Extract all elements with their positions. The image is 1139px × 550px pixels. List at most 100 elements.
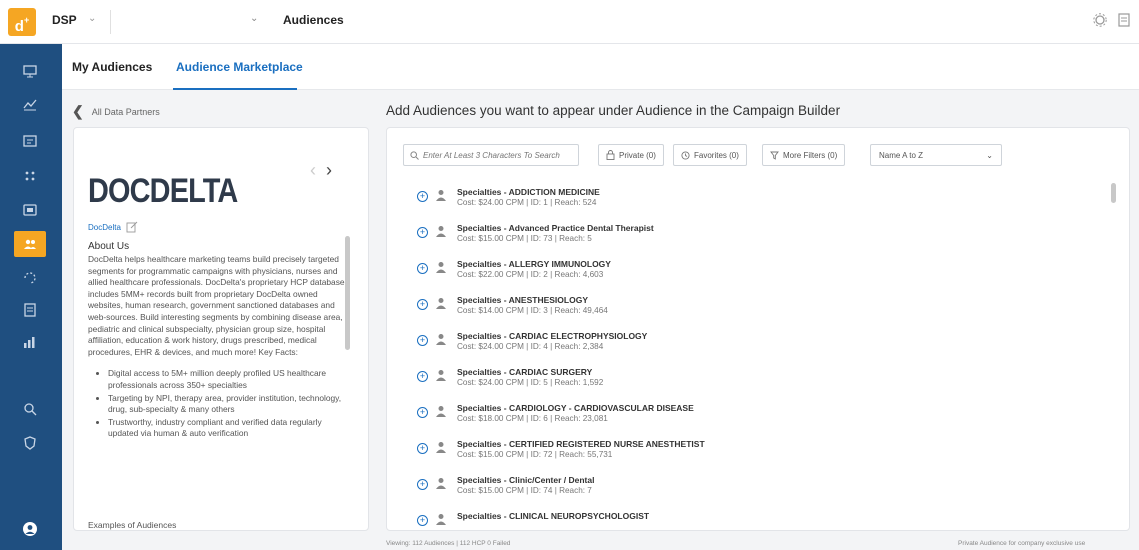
app-name[interactable]: DSP bbox=[52, 13, 77, 27]
more-filters-label: More Filters (0) bbox=[783, 150, 838, 160]
app-logo[interactable]: d+ bbox=[8, 8, 36, 36]
audience-name: Specialties - CERTIFIED REGISTERED NURSE… bbox=[457, 439, 705, 449]
list-item[interactable]: + Specialties - ANESTHESIOLOGY Cost: $14.0… bbox=[417, 294, 1097, 322]
add-audience-icon[interactable]: + bbox=[417, 443, 428, 454]
about-description: DocDelta helps healthcare marketing team… bbox=[88, 254, 345, 357]
tab-my-audiences[interactable]: My Audiences bbox=[72, 60, 152, 74]
add-audience-icon[interactable]: + bbox=[417, 263, 428, 274]
more-filters-button[interactable]: More Filters (0) bbox=[762, 144, 846, 166]
sort-dropdown[interactable]: Name A to Z ⌄ bbox=[870, 144, 1002, 166]
add-audience-icon[interactable]: + bbox=[417, 299, 428, 310]
partner-name-link[interactable]: DocDelta bbox=[88, 223, 121, 232]
footer-stats: Viewing: 112 Audiences | 112 HCP 0 Faile… bbox=[386, 540, 511, 547]
audience-name: Specialties - Clinic/Center / Dental bbox=[457, 475, 595, 485]
list-item[interactable]: + Specialties - CARDIAC SURGERY Cost: $24.… bbox=[417, 366, 1097, 394]
key-fact: Targeting by NPI, therapy area, provider… bbox=[108, 393, 350, 416]
favorites-filter-label: Favorites (0) bbox=[694, 150, 739, 160]
audience-name: Specialties - ADDICTION MEDICINE bbox=[457, 187, 600, 197]
person-icon bbox=[436, 226, 446, 237]
list-item[interactable]: + Specialties - CARDIAC ELECTROPHYSIOLOGY… bbox=[417, 330, 1097, 358]
sidebar-item-reports[interactable] bbox=[14, 297, 46, 323]
partner-logo: DOCDELTA bbox=[88, 172, 238, 210]
shield-icon bbox=[24, 436, 36, 450]
person-icon bbox=[436, 334, 446, 345]
main-title: Add Audiences you want to appear under A… bbox=[386, 103, 841, 118]
favorites-filter-button[interactable]: Favorites (0) bbox=[673, 144, 747, 166]
prev-partner-icon[interactable]: ‹ bbox=[310, 160, 326, 180]
sidebar-item-campaigns[interactable] bbox=[14, 128, 46, 154]
audience-meta: Cost: $22.00 CPM | ID: 2 | Reach: 4,603 bbox=[457, 270, 604, 279]
top-bar: d+ DSP ⌄ ⌄ Audiences bbox=[0, 0, 1139, 44]
page-title: Audiences bbox=[283, 13, 344, 27]
sidebar-item-analytics[interactable] bbox=[14, 91, 46, 117]
sidebar-item-dashboard[interactable] bbox=[14, 58, 46, 84]
add-audience-icon[interactable]: + bbox=[417, 515, 428, 526]
notes-icon[interactable] bbox=[1116, 12, 1132, 28]
sidebar-item-pixels[interactable] bbox=[14, 265, 46, 291]
audience-meta: Cost: $18.00 CPM | ID: 6 | Reach: 23,081 bbox=[457, 414, 608, 423]
sidebar-item-creatives[interactable] bbox=[14, 163, 46, 189]
add-audience-icon[interactable]: + bbox=[417, 371, 428, 382]
list-item[interactable]: + Specialties - Clinic/Center / Dental Cos… bbox=[417, 474, 1097, 502]
pixels-icon bbox=[24, 272, 36, 284]
tab-audience-marketplace[interactable]: Audience Marketplace bbox=[176, 60, 303, 74]
key-fact: Trustworthy, industry compliant and veri… bbox=[108, 417, 350, 440]
about-title: About Us bbox=[88, 241, 130, 252]
search-box[interactable] bbox=[403, 144, 579, 166]
back-to-data-partners[interactable]: ❮ All Data Partners bbox=[72, 103, 160, 120]
next-partner-icon[interactable]: › bbox=[326, 160, 342, 180]
add-audience-icon[interactable]: + bbox=[417, 335, 428, 346]
list-item[interactable]: + Specialties - CLINICAL NEUROPSYCHOLOGIS… bbox=[417, 510, 1097, 530]
insights-icon bbox=[24, 337, 35, 348]
sidebar-item-insights[interactable] bbox=[14, 329, 46, 355]
search-input[interactable] bbox=[423, 150, 573, 160]
sidebar-item-shield[interactable] bbox=[14, 430, 46, 456]
sidebar bbox=[0, 44, 62, 550]
person-icon bbox=[436, 370, 446, 381]
sidebar-item-audiences[interactable] bbox=[14, 231, 46, 257]
audience-name: Specialties - CLINICAL NEUROPSYCHOLOGIST bbox=[457, 511, 650, 521]
audience-name: Specialties - CARDIAC SURGERY bbox=[457, 367, 593, 377]
footer-private-note: Private Audience for company exclusive u… bbox=[958, 540, 1086, 547]
sidebar-item-search-tools[interactable] bbox=[14, 396, 46, 422]
search-tools-icon bbox=[24, 403, 37, 416]
audience-meta: Cost: $24.00 CPM | ID: 5 | Reach: 1,592 bbox=[457, 378, 604, 387]
page-switcher-chevron-icon[interactable]: ⌄ bbox=[250, 13, 258, 24]
add-audience-icon[interactable]: + bbox=[417, 227, 428, 238]
key-fact: Digital access to 5M+ million deeply pro… bbox=[108, 368, 350, 391]
add-audience-icon[interactable]: + bbox=[417, 407, 428, 418]
audience-name: Specialties - CARDIAC ELECTROPHYSIOLOGY bbox=[457, 331, 648, 341]
private-filter-button[interactable]: Private (0) bbox=[598, 144, 664, 166]
private-filter-label: Private (0) bbox=[619, 150, 656, 160]
list-item[interactable]: + Specialties - CERTIFIED REGISTERED NURS… bbox=[417, 438, 1097, 466]
about-text: DocDelta helps healthcare marketing team… bbox=[88, 254, 350, 441]
audience-name: Specialties - CARDIOLOGY - CARDIOVASCULA… bbox=[457, 403, 694, 413]
edit-icon[interactable] bbox=[126, 221, 138, 233]
list-item[interactable]: + Specialties - Advanced Practice Dental … bbox=[417, 222, 1097, 250]
sidebar-item-user[interactable] bbox=[14, 516, 46, 542]
audience-meta: Cost: $14.00 CPM | ID: 3 | Reach: 49,464 bbox=[457, 306, 608, 315]
add-audience-icon[interactable]: + bbox=[417, 479, 428, 490]
chevron-left-icon: ❮ bbox=[72, 103, 84, 119]
list-item[interactable]: + Specialties - ADDICTION MEDICINE Cost: $… bbox=[417, 186, 1097, 214]
tab-bar: My Audiences Audience Marketplace bbox=[62, 44, 1139, 90]
person-icon bbox=[436, 190, 446, 201]
campaigns-icon bbox=[23, 135, 37, 147]
app-switcher-chevron-icon[interactable]: ⌄ bbox=[88, 13, 96, 24]
reports-icon bbox=[24, 303, 36, 317]
person-icon bbox=[436, 262, 446, 273]
sidebar-item-inventory[interactable] bbox=[14, 197, 46, 223]
settings-icon[interactable] bbox=[1092, 12, 1108, 28]
chevron-down-icon: ⌄ bbox=[986, 150, 993, 160]
audience-meta: Cost: $24.00 CPM | ID: 4 | Reach: 2,384 bbox=[457, 342, 604, 351]
list-item[interactable]: + Specialties - CARDIOLOGY - CARDIOVASCUL… bbox=[417, 402, 1097, 430]
add-audience-icon[interactable]: + bbox=[417, 191, 428, 202]
audience-name: Specialties - ANESTHESIOLOGY bbox=[457, 295, 588, 305]
audience-name: Specialties - ALLERGY IMMUNOLOGY bbox=[457, 259, 611, 269]
panel-scrollbar[interactable] bbox=[345, 236, 350, 350]
list-scrollbar[interactable] bbox=[1111, 183, 1116, 203]
list-item[interactable]: + Specialties - ALLERGY IMMUNOLOGY Cost: $… bbox=[417, 258, 1097, 286]
audience-list-panel: Private (0) Favorites (0) More Filters (… bbox=[386, 127, 1130, 531]
partner-panel: ‹› DOCDELTA DocDelta About Us DocDelta h… bbox=[73, 127, 369, 531]
key-facts-list: Digital access to 5M+ million deeply pro… bbox=[108, 368, 350, 440]
